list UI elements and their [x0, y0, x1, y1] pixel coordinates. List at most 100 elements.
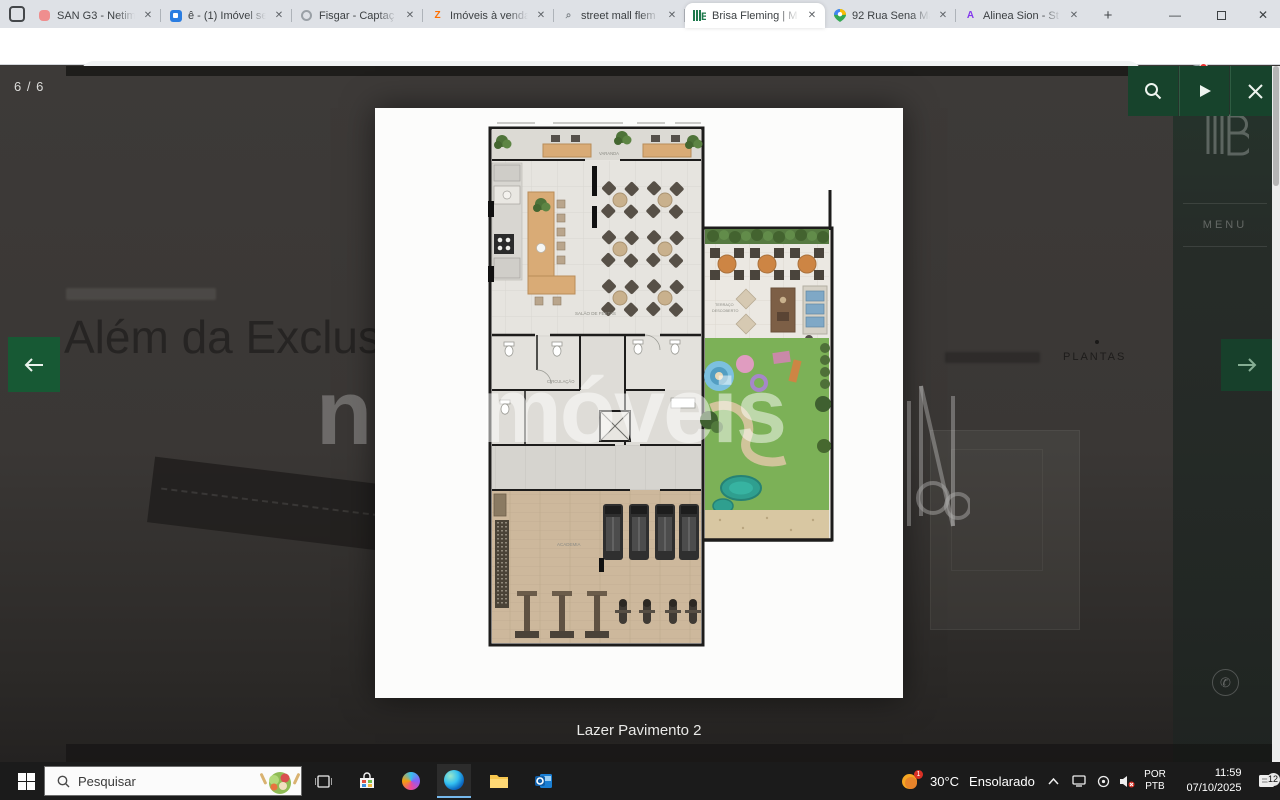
window-minimize-button[interactable]: —	[1160, 6, 1190, 24]
scrollbar-thumb[interactable]	[1273, 66, 1279, 186]
tab-close-icon[interactable]: ✕	[805, 10, 819, 21]
browser-tab-2[interactable]: ê - (1) Imóvel se ✕	[161, 3, 292, 28]
copilot-icon	[402, 772, 420, 790]
gallery-zoom-button[interactable]	[1128, 66, 1178, 116]
tab-close-icon[interactable]: ✕	[534, 10, 548, 21]
network-icon[interactable]	[1068, 762, 1090, 800]
browser-tab-5[interactable]: ⌕ street mall flem ✕	[554, 3, 685, 28]
tab-favicon-brisa: B	[693, 9, 706, 22]
edge-taskbar-button[interactable]	[437, 764, 471, 798]
volume-muted-icon[interactable]	[1116, 762, 1138, 800]
start-button[interactable]	[8, 762, 44, 800]
browser-tab-active-brisa[interactable]: B Brisa Fleming | M ✕	[685, 3, 825, 28]
browser-tab-7[interactable]: 92 Rua Sena Ma ✕	[825, 3, 956, 28]
notification-count-badge: 12	[1267, 773, 1280, 786]
tab-close-icon[interactable]: ✕	[403, 10, 417, 21]
date: 07/10/2025	[1186, 782, 1241, 794]
taskbar-search-input[interactable]: Pesquisar	[44, 766, 302, 796]
watermark-text: móveis	[480, 359, 785, 464]
window-restore-button[interactable]	[1206, 6, 1236, 24]
tab-close-icon[interactable]: ✕	[936, 10, 950, 21]
tab-title: Alinea Sion - St	[983, 10, 1061, 22]
tab-actions-menu-icon[interactable]	[9, 6, 25, 22]
temperature: 30°C	[930, 774, 959, 789]
tab-title: Brisa Fleming | M	[712, 10, 799, 22]
tab-title: street mall flem	[581, 10, 659, 22]
browser-toolbar: ← ⟳ https://minasbrisa.com.br/empreendim…	[0, 28, 1280, 65]
arrow-right-icon	[1237, 358, 1257, 372]
weather-icon[interactable]: 1	[898, 762, 924, 800]
nav-item-plantas[interactable]: PLANTAS	[1063, 351, 1126, 363]
tab-title: 92 Rua Sena Ma	[852, 10, 930, 22]
browser-tab-1[interactable]: SAN G3 - Netim ✕	[30, 3, 161, 28]
microsoft-store-button[interactable]	[350, 764, 384, 798]
copilot-taskbar-button[interactable]	[394, 764, 428, 798]
lang-line2: PTB	[1145, 781, 1164, 792]
browser-tab-8[interactable]: A Alinea Sion - St ✕	[956, 3, 1087, 28]
gallery-prev-button[interactable]	[8, 337, 60, 392]
weather-text[interactable]: 30°C Ensolarado	[930, 762, 1035, 800]
page-overlay: Além da Exclusiv PLANTAS MENU ✆ 6 / 6	[0, 66, 1280, 762]
tab-title: ê - (1) Imóvel se	[188, 10, 266, 22]
clock[interactable]: 11:59 07/10/2025	[1178, 762, 1250, 800]
time: 11:59	[1215, 767, 1242, 779]
tab-favicon-zap: Z	[431, 9, 444, 22]
label-salao: SALÃO DE FESTAS	[575, 310, 616, 316]
notification-center-button[interactable]: 12	[1254, 762, 1278, 800]
windows-logo-icon	[18, 773, 35, 790]
gallery-next-button[interactable]	[1221, 339, 1273, 391]
file-explorer-icon	[489, 773, 509, 789]
tab-separator	[160, 9, 161, 22]
watermark-prefix: n	[316, 361, 372, 466]
browser-tab-3[interactable]: Fisgar - Captaç ✕	[292, 3, 423, 28]
outlook-button[interactable]	[526, 764, 560, 798]
menu-button[interactable]: MENU	[1183, 203, 1267, 247]
label-terraco-1: TERRAÇO	[715, 303, 734, 307]
window-close-button[interactable]: ✕	[1248, 6, 1278, 24]
tab-close-icon[interactable]: ✕	[141, 10, 155, 21]
task-view-icon	[315, 773, 332, 790]
svg-text:B: B	[701, 11, 706, 22]
tab-favicon-fisgar	[300, 9, 313, 22]
image-caption: Lazer Pavimento 2	[375, 722, 903, 739]
weather-badge: 1	[914, 770, 923, 779]
tab-close-icon[interactable]: ✕	[665, 10, 679, 21]
browser-tab-4[interactable]: Z Imóveis à venda ✕	[423, 3, 554, 28]
page-right-rail	[1173, 66, 1272, 762]
search-icon	[57, 775, 70, 788]
meet-now-icon[interactable]	[1093, 762, 1113, 800]
menu-label: MENU	[1203, 219, 1247, 231]
whatsapp-icon[interactable]: ✆	[1212, 669, 1239, 696]
store-icon	[358, 772, 376, 790]
close-icon	[1248, 84, 1263, 99]
search-highlight-image[interactable]	[259, 767, 301, 795]
tab-close-icon[interactable]: ✕	[272, 10, 286, 21]
edge-icon	[444, 770, 464, 790]
nav-active-dot	[1095, 340, 1099, 344]
tab-close-icon[interactable]: ✕	[1067, 10, 1081, 21]
tab-separator	[955, 9, 956, 22]
lang-line1: POR	[1144, 769, 1166, 780]
gallery-play-button[interactable]	[1179, 66, 1229, 116]
language-indicator[interactable]: PORPTB	[1142, 762, 1168, 800]
tab-separator	[553, 9, 554, 22]
watermark-tail-outline	[895, 316, 970, 536]
tab-separator	[422, 9, 423, 22]
page-bottom-strip	[66, 744, 1273, 762]
brisa-logo[interactable]	[1205, 112, 1249, 163]
screen: SAN G3 - Netim ✕ ê - (1) Imóvel se ✕ Fis…	[0, 0, 1280, 800]
page-header-strip	[66, 66, 1128, 76]
tray-chevron-icon[interactable]	[1044, 762, 1062, 800]
taskbar: Pesquisar 1	[0, 762, 1280, 800]
label-terraco-2: DESCOBERTO	[712, 309, 738, 313]
browser-tab-bar: SAN G3 - Netim ✕ ê - (1) Imóvel se ✕ Fis…	[0, 0, 1280, 28]
tab-favicon-maps	[833, 9, 846, 22]
tab-favicon-blue	[169, 9, 182, 22]
play-icon	[1198, 84, 1212, 98]
label-academia: ACADEMIA	[557, 542, 581, 547]
file-explorer-button[interactable]	[482, 764, 516, 798]
task-view-button[interactable]	[306, 764, 340, 798]
outlook-icon	[534, 772, 553, 790]
new-tab-button[interactable]: +	[1098, 5, 1118, 25]
label-varanda: VARANDA	[599, 151, 619, 156]
